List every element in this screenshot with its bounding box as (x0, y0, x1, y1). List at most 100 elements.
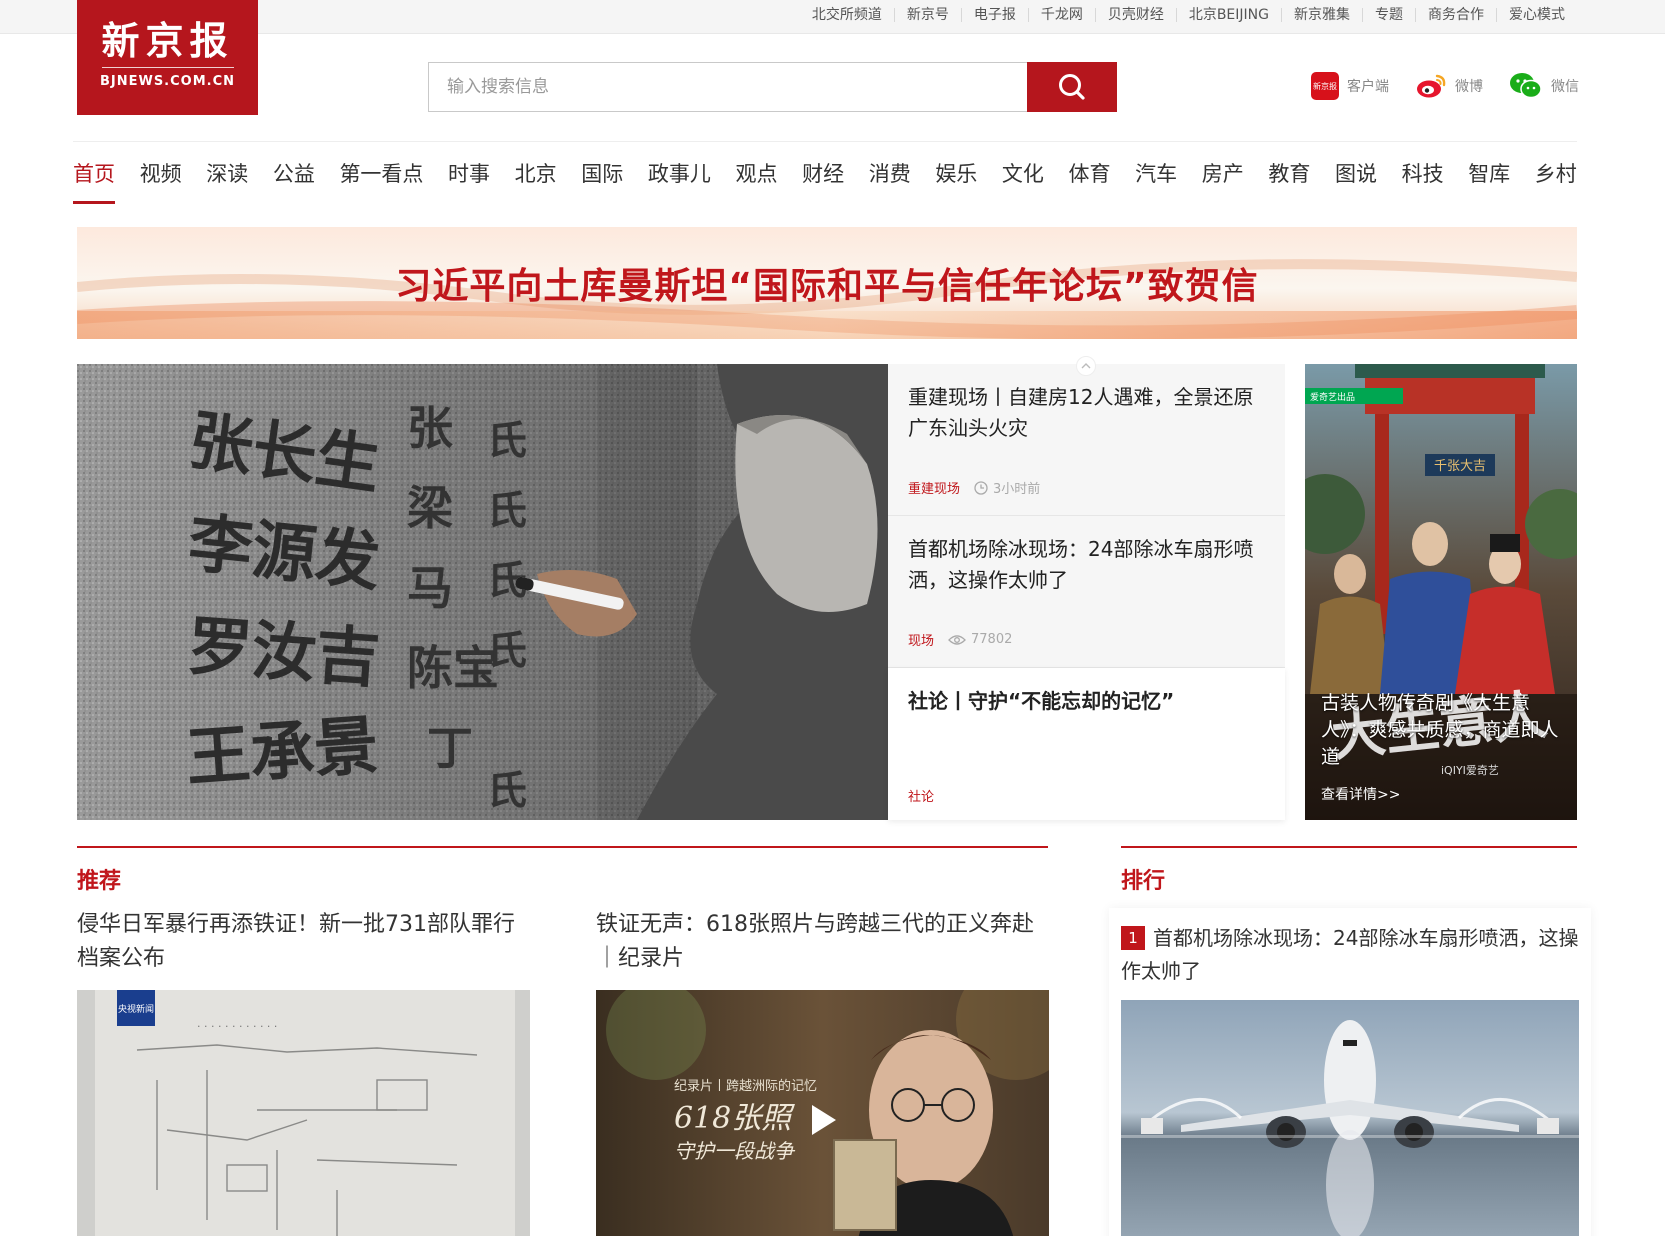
recommend-title[interactable]: 侵华日军暴行再添铁证！新一批731部队罪行档案公布 (77, 908, 530, 980)
wechat-label: 微信 (1551, 79, 1579, 95)
hero-image[interactable]: 张长生 李源发 罗汝吉 王承景 张 梁 马 陈宝 丁 氏 氏 氏 氏 氏 (77, 364, 888, 820)
recommend-heading: 推荐 (77, 869, 122, 894)
engraved-name: 张 (407, 401, 453, 455)
recommend-item[interactable]: 铁证无声：618张照片与跨越三代的正义奔赴｜纪录片 纪录片丨跨越洲际的记忆 61… (596, 908, 1049, 1236)
hero-news-time-text: 3小时前 (993, 482, 1041, 497)
nav-item-culture[interactable]: 文化 (1002, 158, 1044, 188)
ranking-thumbnail[interactable] (1121, 1000, 1579, 1236)
hero-news-list: 重建现场丨自建房12人遇难，全景还原广东汕头火灾 重建现场 3小时前 首都机场除… (888, 364, 1285, 820)
ranking-list: 1 首都机场除冰现场：24部除冰车扇形喷洒，这操作太帅了 (1109, 908, 1591, 1236)
nav-item-entertainment[interactable]: 娱乐 (935, 158, 977, 188)
hero-news-tag[interactable]: 社论 (908, 786, 934, 805)
recommend-thumbnail[interactable]: 纪录片丨跨越洲际的记忆 618张照 守护一段战争 (596, 990, 1049, 1236)
nav-item-international[interactable]: 国际 (581, 158, 623, 188)
side-ad-poster[interactable]: 千张大吉 大生意人 爱奇艺出品 iQIYI爱奇艺 古装人物传奇剧《大生意人》：爽… (1305, 364, 1577, 820)
poster-badge-text: 爱奇艺出品 (1310, 391, 1355, 403)
hero-news-item[interactable]: 社论丨守护“不能忘却的记忆” 社论 (888, 668, 1285, 820)
recommend-item[interactable]: 侵华日军暴行再添铁证！新一批731部队罪行档案公布 · · · · · · · … (77, 908, 530, 1236)
top-link-epaper[interactable]: 电子报 (960, 8, 1028, 22)
top-link-topics[interactable]: 专题 (1362, 8, 1415, 22)
nav-item-video[interactable]: 视频 (140, 158, 182, 188)
engraved-name: 氏 (487, 767, 527, 814)
top-links: 北交所频道 新京号 电子报 千龙网 贝壳财经 北京BEIJING 新京雅集 专题… (800, 0, 1577, 30)
banner-stripe (77, 311, 1577, 339)
ranking-title[interactable]: 首都机场除冰现场：24部除冰车扇形喷洒，这操作太帅了 (1121, 926, 1578, 983)
engraved-name: 氏 (487, 487, 527, 534)
hero-news-item[interactable]: 重建现场丨自建房12人遇难，全景还原广东汕头火灾 重建现场 3小时前 (888, 364, 1285, 516)
main-nav: 首页 视频 深读 公益 第一看点 时事 北京 国际 政事儿 观点 财经 消费 娱… (73, 141, 1577, 211)
ranking-item[interactable]: 1 首都机场除冰现场：24部除冰车扇形喷洒，这操作太帅了 (1121, 922, 1581, 988)
doc-overlay-big: 618张照 (674, 1101, 795, 1136)
hero-news-meta: 社论 (908, 786, 934, 805)
top-link-qianlong[interactable]: 千龙网 (1027, 8, 1095, 22)
app-client-link[interactable]: 新京报 客户端 (1311, 72, 1389, 100)
nav-item-tech[interactable]: 科技 (1402, 158, 1444, 188)
nav-item-consumer[interactable]: 消费 (869, 158, 911, 188)
side-poster-more-link[interactable]: 查看详情>> (1321, 784, 1400, 804)
list-scroll-up-button[interactable] (1076, 356, 1096, 376)
nav-item-first-look[interactable]: 第一看点 (339, 158, 423, 188)
recommend-title[interactable]: 铁证无声：618张照片与跨越三代的正义奔赴｜纪录片 (596, 908, 1049, 980)
top-link-yaji[interactable]: 新京雅集 (1281, 8, 1362, 22)
nav-item-charity[interactable]: 公益 (273, 158, 315, 188)
app-icon: 新京报 (1311, 72, 1339, 100)
nav-item-rural[interactable]: 乡村 (1535, 158, 1577, 188)
recommend-thumbnail[interactable]: · · · · · · · · · · · · 央视新闻 (77, 990, 530, 1236)
search-input[interactable] (428, 62, 1027, 112)
hero-news-title[interactable]: 首都机场除冰现场：24部除冰车扇形喷洒，这操作太帅了 (908, 534, 1271, 596)
nav-item-thinktank[interactable]: 智库 (1468, 158, 1510, 188)
hero-news-time: 3小时前 (974, 478, 1040, 497)
cctv-news-badge: 央视新闻 (118, 1003, 154, 1015)
hero-news-title[interactable]: 社论丨守护“不能忘却的记忆” (908, 686, 1271, 717)
nav-item-beijing[interactable]: 北京 (515, 158, 557, 188)
hero-news-title[interactable]: 重建现场丨自建房12人遇难，全景还原广东汕头火灾 (908, 382, 1271, 444)
engraved-name: 马 (407, 561, 453, 615)
hero-photo: 张长生 李源发 罗汝吉 王承景 张 梁 马 陈宝 丁 氏 氏 氏 氏 氏 (77, 364, 888, 820)
hero-news-tag[interactable]: 现场 (908, 630, 934, 649)
engraved-name: 王承景 (184, 708, 381, 796)
search-icon (1059, 74, 1085, 100)
top-link-beijing[interactable]: 北京BEIJING (1175, 8, 1281, 22)
chevron-up-icon (1081, 363, 1091, 369)
side-poster-caption[interactable]: 古装人物传奇剧《大生意人》：爽感共质感，商道即人道 (1321, 690, 1563, 771)
engraved-name: 罗汝吉 (185, 609, 382, 697)
nav-item-politics[interactable]: 政事儿 (648, 158, 711, 188)
top-link-bse[interactable]: 北交所频道 (800, 8, 894, 22)
engraved-name: 梁 (407, 481, 453, 535)
logo-en: BJNEWS.COM.CN (99, 74, 236, 89)
hero-news-tag[interactable]: 重建现场 (908, 478, 960, 497)
wechat-link[interactable]: 微信 (1509, 72, 1579, 100)
banner-headline[interactable]: 习近平向土库曼斯坦“国际和平与信任年论坛”致贺信 (77, 257, 1577, 309)
logo-cn: 新京报 (101, 18, 234, 63)
nav-item-education[interactable]: 教育 (1268, 158, 1310, 188)
nav-item-current[interactable]: 时事 (448, 158, 490, 188)
nav-item-realestate[interactable]: 房产 (1202, 158, 1244, 188)
hero-news-meta: 现场 77802 (908, 630, 1012, 649)
search-bar (428, 62, 1117, 112)
engraved-name: 氏 (487, 627, 527, 674)
top-link-business[interactable]: 商务合作 (1415, 8, 1496, 22)
weibo-icon (1417, 74, 1446, 98)
play-icon[interactable] (808, 1103, 838, 1137)
headline-banner[interactable]: 习近平向土库曼斯坦“国际和平与信任年论坛”致贺信 (77, 227, 1577, 339)
nav-item-sports[interactable]: 体育 (1069, 158, 1111, 188)
top-link-care-mode[interactable]: 爱心模式 (1496, 8, 1577, 22)
site-logo[interactable]: 新京报 BJNEWS.COM.CN (77, 0, 258, 115)
hero-news-item[interactable]: 首都机场除冰现场：24部除冰车扇形喷洒，这操作太帅了 现场 77802 (888, 516, 1285, 668)
top-link-beike[interactable]: 贝壳财经 (1094, 8, 1176, 22)
nav-item-auto[interactable]: 汽车 (1135, 158, 1177, 188)
weibo-link[interactable]: 微博 (1415, 72, 1483, 100)
nav-item-home[interactable]: 首页 (73, 158, 115, 204)
eye-icon (948, 634, 966, 645)
engraved-name: 陈宝 (407, 641, 499, 695)
svg-text:· · · · · · · · · · · ·: · · · · · · · · · · · · (197, 1020, 277, 1033)
nav-item-opinion[interactable]: 观点 (735, 158, 777, 188)
nav-item-finance[interactable]: 财经 (802, 158, 844, 188)
wechat-icon (1510, 73, 1542, 99)
nav-item-deep[interactable]: 深读 (206, 158, 248, 188)
search-button[interactable] (1027, 62, 1117, 112)
nav-item-photo[interactable]: 图说 (1335, 158, 1377, 188)
weibo-label: 微博 (1455, 79, 1483, 95)
top-link-xinjinghao[interactable]: 新京号 (893, 8, 961, 22)
document-photo: · · · · · · · · · · · · 央视新闻 (77, 990, 530, 1236)
